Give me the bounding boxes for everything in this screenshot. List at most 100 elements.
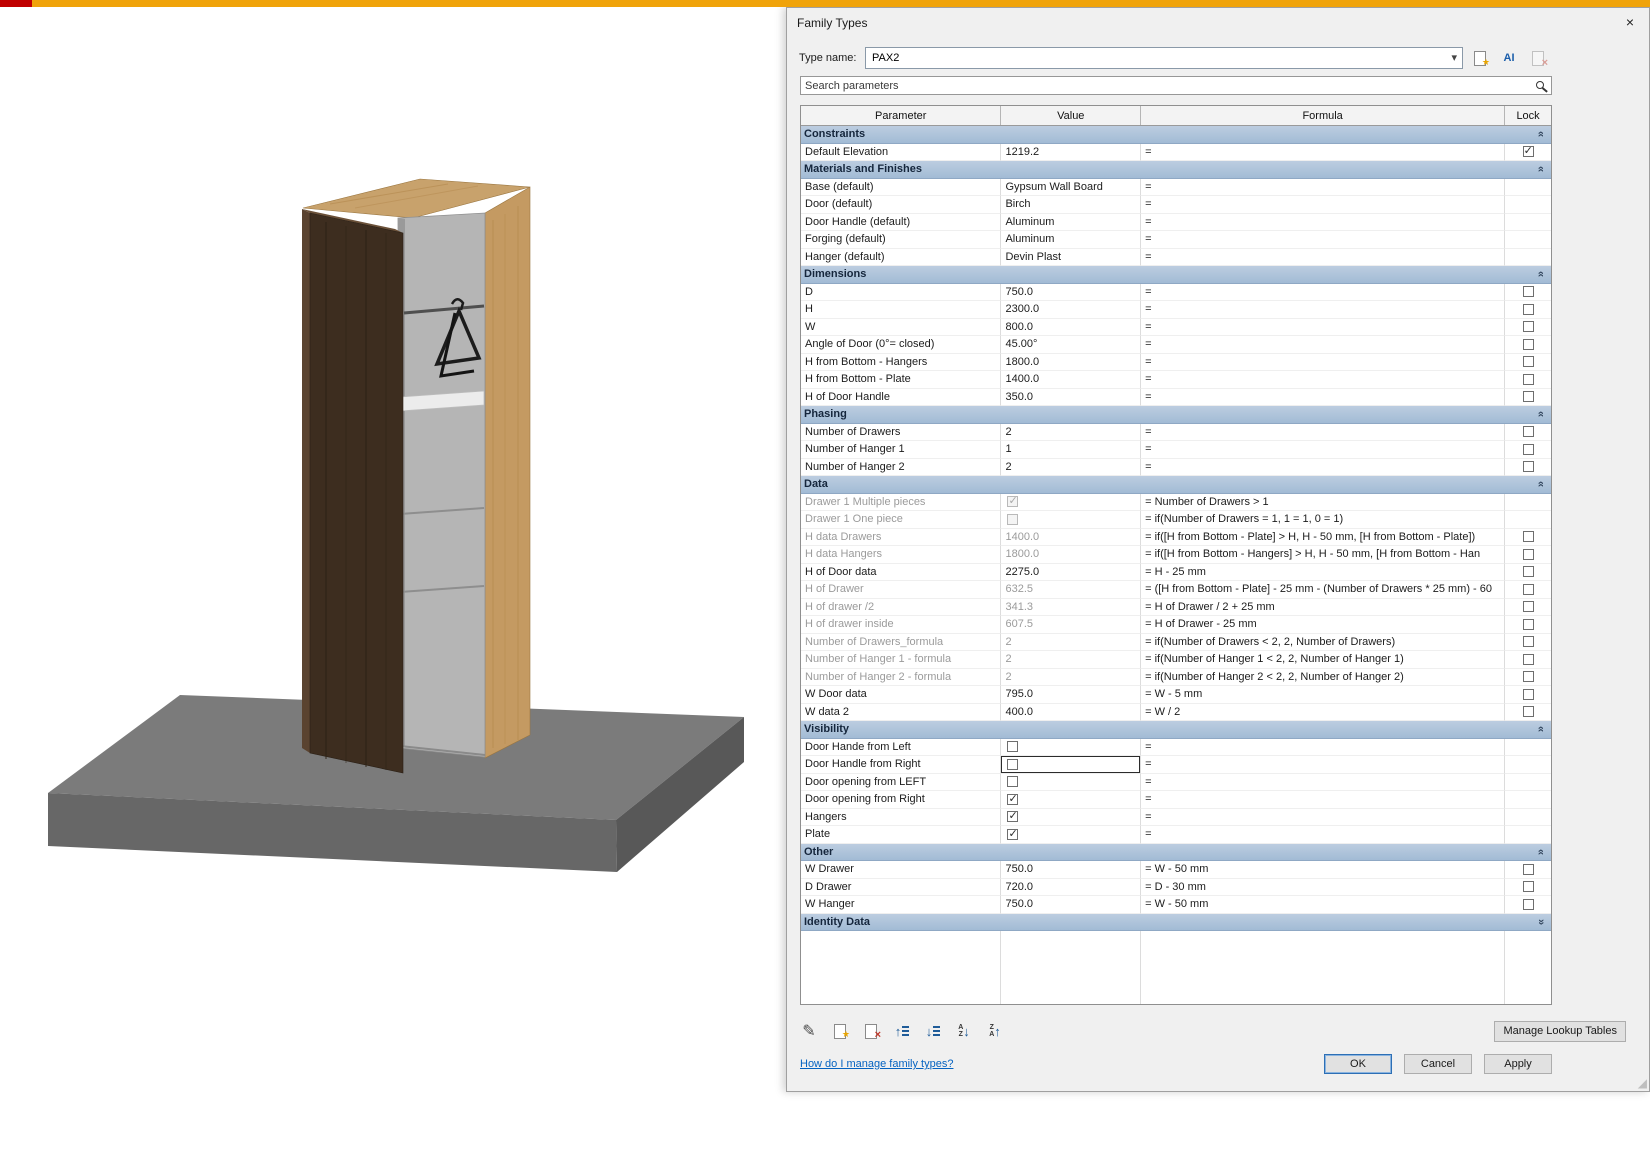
param-lock-cell[interactable] [1505, 704, 1551, 721]
param-formula-cell[interactable]: = [1141, 143, 1506, 161]
new-type-button[interactable]: ★ [1468, 46, 1492, 70]
section-header-dimensions[interactable]: Dimensions » [801, 266, 1551, 284]
param-value-cell[interactable]: 2 [1001, 423, 1142, 441]
param-value-cell[interactable]: 2 [1001, 651, 1142, 669]
ok-button[interactable]: OK [1324, 1054, 1392, 1074]
param-lock-cell[interactable] [1505, 739, 1551, 756]
param-formula-cell[interactable]: = if([H from Bottom - Hangers] > H, H - … [1141, 546, 1506, 564]
param-name-cell[interactable]: Base (default) [801, 178, 1002, 196]
param-formula-cell[interactable]: = [1141, 248, 1506, 266]
param-lock-cell[interactable] [1505, 371, 1551, 389]
type-name-select[interactable]: PAX2 ▾ [865, 47, 1463, 69]
cancel-button[interactable]: Cancel [1404, 1054, 1472, 1074]
param-formula-cell[interactable]: = [1141, 756, 1506, 774]
section-header-constraints[interactable]: Constraints » [801, 126, 1551, 144]
lock-checkbox[interactable] [1522, 706, 1534, 718]
sort-ascending-button[interactable]: A Z ↓ [952, 1020, 976, 1042]
new-parameter-button[interactable]: ★ [828, 1020, 852, 1042]
param-value-cell[interactable]: 1800.0 [1001, 546, 1142, 564]
section-header-materials-and-finishes[interactable]: Materials and Finishes » [801, 161, 1551, 179]
param-value-cell[interactable] [1001, 808, 1142, 826]
param-formula-cell[interactable]: = [1141, 388, 1506, 406]
param-name-cell[interactable]: H of Door Handle [801, 388, 1002, 406]
lock-checkbox[interactable] [1522, 303, 1534, 315]
param-lock-cell[interactable] [1505, 249, 1551, 266]
param-value-cell[interactable] [1001, 773, 1142, 791]
param-value-cell[interactable] [1001, 826, 1142, 844]
param-name-cell[interactable]: Door Handle from Right [801, 756, 1002, 774]
param-formula-cell[interactable]: = [1141, 283, 1506, 301]
param-value-cell[interactable]: 2 [1001, 633, 1142, 651]
param-name-cell[interactable]: W Hanger [801, 896, 1002, 914]
param-formula-cell[interactable]: = [1141, 353, 1506, 371]
lock-checkbox[interactable] [1522, 548, 1534, 560]
param-lock-cell[interactable] [1505, 669, 1551, 686]
value-checkbox[interactable] [1007, 741, 1019, 753]
lock-checkbox[interactable] [1522, 898, 1534, 910]
value-checkbox[interactable] [1007, 809, 1019, 823]
lock-checkbox[interactable] [1522, 601, 1534, 613]
param-lock-cell[interactable] [1505, 214, 1551, 231]
help-link[interactable]: How do I manage family types? [800, 1058, 953, 1070]
param-name-cell[interactable]: W [801, 318, 1002, 336]
param-value-cell[interactable]: 2 [1001, 668, 1142, 686]
param-lock-cell[interactable] [1505, 389, 1551, 406]
column-header-parameter[interactable]: Parameter [801, 106, 1002, 125]
param-name-cell[interactable]: Door Handle (default) [801, 213, 1002, 231]
param-value-cell[interactable]: Aluminum [1001, 213, 1142, 231]
param-name-cell[interactable]: H of Door data [801, 563, 1002, 581]
lock-checkbox[interactable] [1522, 426, 1534, 438]
lock-checkbox[interactable] [1522, 338, 1534, 350]
param-name-cell[interactable]: H of drawer inside [801, 616, 1002, 634]
lock-checkbox[interactable] [1522, 583, 1534, 595]
param-name-cell[interactable]: Plate [801, 826, 1002, 844]
param-name-cell[interactable]: Drawer 1 One piece [801, 511, 1002, 529]
manage-lookup-tables-button[interactable]: Manage Lookup Tables [1494, 1020, 1626, 1042]
param-name-cell[interactable]: Number of Drawers_formula [801, 633, 1002, 651]
param-formula-cell[interactable]: = D - 30 mm [1141, 878, 1506, 896]
param-value-cell[interactable]: 795.0 [1001, 686, 1142, 704]
param-lock-cell[interactable] [1505, 354, 1551, 371]
param-formula-cell[interactable]: = W - 5 mm [1141, 686, 1506, 704]
param-lock-cell[interactable] [1505, 809, 1551, 826]
param-value-cell[interactable]: 400.0 [1001, 703, 1142, 721]
search-parameters-input[interactable]: Search parameters [800, 76, 1552, 95]
param-formula-cell[interactable]: = if(Number of Hanger 2 < 2, 2, Number o… [1141, 668, 1506, 686]
param-value-cell[interactable] [1001, 511, 1142, 529]
section-header-identity-data[interactable]: Identity Data » [801, 913, 1551, 931]
param-name-cell[interactable]: D [801, 283, 1002, 301]
param-value-cell[interactable]: 1400.0 [1001, 528, 1142, 546]
lock-checkbox[interactable] [1522, 286, 1534, 298]
lock-checkbox[interactable] [1522, 144, 1534, 158]
param-value-cell[interactable]: 720.0 [1001, 878, 1142, 896]
column-header-lock[interactable]: Lock [1505, 106, 1551, 125]
param-lock-cell[interactable] [1505, 896, 1551, 914]
value-checkbox[interactable] [1007, 776, 1019, 788]
param-lock-cell[interactable] [1505, 511, 1551, 529]
param-name-cell[interactable]: Hangers [801, 808, 1002, 826]
param-formula-cell[interactable]: = if(Number of Drawers = 1, 1 = 1, 0 = 1… [1141, 511, 1506, 529]
param-lock-cell[interactable] [1505, 284, 1551, 301]
param-name-cell[interactable]: H from Bottom - Hangers [801, 353, 1002, 371]
lock-checkbox[interactable] [1522, 881, 1534, 893]
param-lock-cell[interactable] [1505, 861, 1551, 879]
param-formula-cell[interactable]: = [1141, 178, 1506, 196]
param-name-cell[interactable]: Number of Hanger 1 - formula [801, 651, 1002, 669]
param-formula-cell[interactable]: = H of Drawer / 2 + 25 mm [1141, 598, 1506, 616]
param-name-cell[interactable]: Door opening from Right [801, 791, 1002, 809]
param-name-cell[interactable]: Door Hande from Left [801, 738, 1002, 756]
param-name-cell[interactable]: Door opening from LEFT [801, 773, 1002, 791]
param-formula-cell[interactable]: = W / 2 [1141, 703, 1506, 721]
param-lock-cell[interactable] [1505, 756, 1551, 774]
param-value-cell[interactable]: Gypsum Wall Board [1001, 178, 1142, 196]
param-name-cell[interactable]: Angle of Door (0°= closed) [801, 336, 1002, 354]
param-lock-cell[interactable] [1505, 336, 1551, 354]
section-header-data[interactable]: Data » [801, 476, 1551, 494]
param-formula-cell[interactable]: = W - 50 mm [1141, 861, 1506, 879]
param-value-cell[interactable]: 1400.0 [1001, 371, 1142, 389]
param-formula-cell[interactable]: = [1141, 791, 1506, 809]
param-lock-cell[interactable] [1505, 196, 1551, 214]
param-lock-cell[interactable] [1505, 494, 1551, 511]
param-name-cell[interactable]: H from Bottom - Plate [801, 371, 1002, 389]
param-lock-cell[interactable] [1505, 441, 1551, 459]
